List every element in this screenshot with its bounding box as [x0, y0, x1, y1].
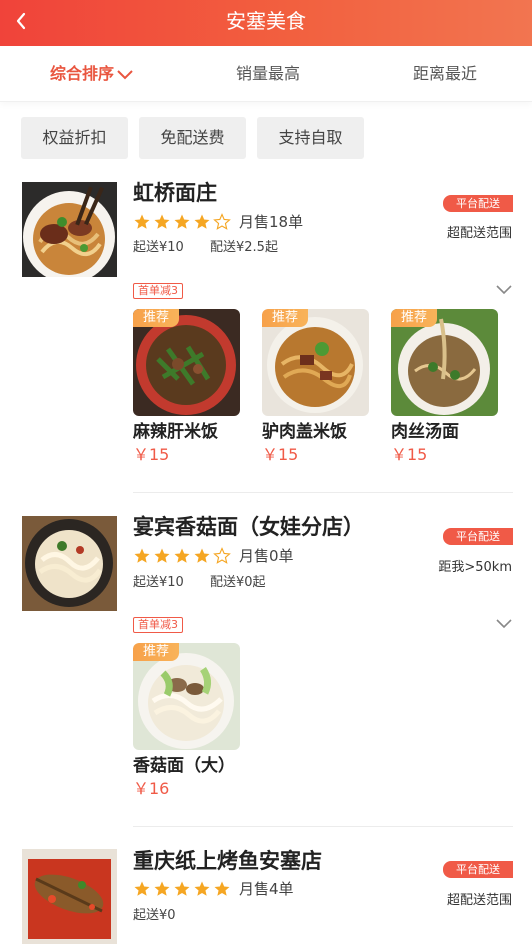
star-empty-icon [213, 212, 231, 230]
shop-name: 宴宾香菇面（女娃分店） [133, 515, 364, 539]
min-order: 起送¥10 [133, 575, 184, 590]
delivery-fee: 配送¥2.5起 [210, 240, 278, 255]
app-header: 安塞美食 [0, 0, 532, 46]
distance-note: 距我>50km [438, 560, 512, 575]
dish-name: 驴肉盖米饭 [262, 422, 347, 442]
chevron-down-icon [117, 70, 133, 80]
dish-price: ￥15 [262, 445, 299, 464]
chevron-down-icon[interactable] [495, 618, 513, 630]
recommend-tag: 推荐 [262, 309, 308, 327]
dish-image[interactable]: 推荐 [133, 643, 240, 750]
dish-name: 麻辣肝米饭 [133, 422, 218, 442]
filter-free-delivery[interactable]: 免配送费 [139, 117, 246, 159]
page-title: 安塞美食 [226, 9, 306, 33]
dish-price: ￥15 [391, 445, 428, 464]
star-icon [154, 548, 170, 563]
shop-image [22, 849, 117, 944]
sort-bar: 综合排序 销量最高 距离最近 [0, 46, 532, 102]
delivery-range-note: 超配送范围 [446, 226, 512, 241]
divider [133, 826, 513, 827]
min-order: 起送¥0 [133, 908, 176, 923]
star-icon [174, 214, 190, 229]
delivery-fee: 配送¥0起 [210, 575, 266, 590]
star-icon [134, 214, 150, 229]
promo-tag: 首单减3 [133, 283, 183, 299]
divider [133, 492, 513, 493]
star-icon [174, 548, 190, 563]
platform-delivery-badge: 平台配送 [443, 195, 513, 212]
sort-comprehensive-label: 综合排序 [50, 64, 115, 83]
delivery-range-note: 超配送范围 [446, 893, 512, 908]
star-icon [154, 881, 170, 896]
chevron-down-icon[interactable] [495, 284, 513, 296]
star-icon [154, 214, 170, 229]
platform-delivery-badge: 平台配送 [443, 528, 513, 545]
monthly-sales: 月售4单 [239, 880, 294, 898]
rating-stars: 月售4单 [133, 878, 294, 899]
sort-sales[interactable]: 销量最高 [236, 46, 300, 102]
rating-stars: 月售18单 [133, 211, 303, 232]
sort-comprehensive[interactable]: 综合排序 [50, 46, 134, 102]
star-empty-icon [213, 546, 231, 564]
star-icon [174, 881, 190, 896]
dish-image[interactable]: 推荐 [391, 309, 498, 416]
dish-image[interactable]: 推荐 [262, 309, 369, 416]
dish-name: 香菇面（大） [133, 756, 235, 776]
star-icon [194, 214, 210, 229]
shop-image [22, 516, 117, 611]
sort-distance[interactable]: 距离最近 [413, 46, 477, 102]
star-icon [194, 548, 210, 563]
monthly-sales: 月售18单 [239, 213, 304, 231]
promo-tag: 首单减3 [133, 617, 183, 633]
shop-name: 虹桥面庄 [133, 181, 217, 205]
star-icon [194, 881, 210, 896]
star-icon [134, 881, 150, 896]
recommend-tag: 推荐 [133, 309, 179, 327]
dish-price: ￥16 [133, 779, 170, 798]
dish-image[interactable]: 推荐 [133, 309, 240, 416]
rating-stars: 月售0单 [133, 545, 294, 566]
star-icon [134, 548, 150, 563]
min-order: 起送¥10 [133, 240, 184, 255]
dish-name: 肉丝汤面 [391, 422, 459, 442]
recommend-tag: 推荐 [133, 643, 179, 661]
filter-discount[interactable]: 权益折扣 [21, 117, 128, 159]
star-icon [214, 881, 230, 896]
shop-image [22, 182, 117, 277]
monthly-sales: 月售0单 [239, 547, 294, 565]
filter-pickup[interactable]: 支持自取 [257, 117, 364, 159]
platform-delivery-badge: 平台配送 [443, 861, 513, 878]
dish-price: ￥15 [133, 445, 170, 464]
shop-name: 重庆纸上烤鱼安塞店 [133, 849, 322, 873]
recommend-tag: 推荐 [391, 309, 437, 327]
